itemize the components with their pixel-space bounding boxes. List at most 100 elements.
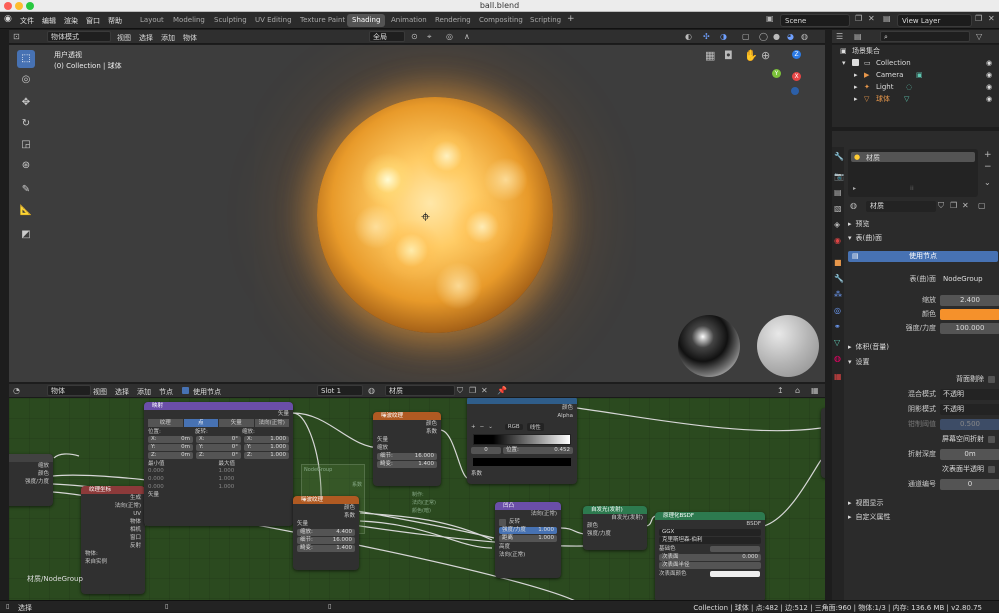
blender-logo-icon[interactable]: ◉ [4,15,12,24]
node-editor-canvas[interactable]: 缩放 颜色 强度/力度 纹理坐标 生成 法向(正常) UV 物体 相机 窗口 反… [9,398,825,600]
scene-icon[interactable]: ▣ [766,15,774,23]
world-tab-icon[interactable]: ◉ [834,237,841,245]
snap-node-icon[interactable]: ⌂ [795,387,800,395]
texture-coordinate-node[interactable]: 纹理坐标 生成 法向(正常) UV 物体 相机 窗口 反射 物体: 来自实例 [81,486,145,594]
node-menu-view[interactable]: 视图 [93,387,107,397]
group-input-node[interactable]: 缩放 颜色 强度/力度 [9,454,53,506]
3d-viewport[interactable]: 用户透视 (0) Collection | 球体 ⌖ ▦ ◘ ✋ ⊕ Z Y X [9,45,825,382]
expand-icon[interactable]: ▾ [842,57,846,69]
particles-tab-icon[interactable]: ⁂ [834,291,842,299]
mapping-tab-normal[interactable]: 法向(正常) [254,419,289,427]
zoom-icon[interactable]: ⊕ [761,50,770,61]
add-cube-tool-icon[interactable]: ◩ [17,226,35,244]
mapping-tab-vector[interactable]: 矢量 [219,419,254,427]
mapping-rot-y[interactable]: Y: 0° [196,444,241,451]
scene-tab-icon[interactable]: ◈ [834,221,840,229]
node-menu-select[interactable]: 选择 [115,387,129,397]
group-output-node[interactable] [821,408,825,478]
copy-view-layer-icon[interactable]: ❐ [975,15,982,23]
shading-rendered-icon[interactable]: ◍ [801,33,808,41]
ramp-stop-color[interactable] [473,458,571,466]
visibility-icon[interactable]: ◐ [685,33,692,41]
mapping-tab-point[interactable]: 点 [183,419,218,427]
mapping-loc-y[interactable]: Y: 0m [148,444,193,451]
mapping-tab-texture[interactable]: 纹理 [148,419,183,427]
expand-icon[interactable]: ▸ [854,81,858,93]
scale-tool-icon[interactable]: ◲ [17,136,35,154]
ramp-gradient[interactable] [473,434,571,445]
volume-section[interactable]: ▸ 体积(音量) [848,341,998,354]
ramp-interpolation[interactable]: 线性 [526,423,544,431]
noise2-scale-field[interactable]: 缩放: 4.400 [297,529,355,536]
ramp-options-icon[interactable]: ⌄ [488,424,493,430]
node-object-selector[interactable]: 物体 [47,385,91,396]
tab-layout[interactable]: Layout [135,14,169,27]
menu-file[interactable]: 文件 [20,16,34,26]
viewport-display-section[interactable]: ▸ 视图显示 [848,497,998,510]
shading-material-icon[interactable]: ◕ [787,33,794,41]
menu-render[interactable]: 渲染 [64,16,78,26]
render-tab-icon[interactable]: 📷 [834,173,844,181]
slot-selector[interactable]: Slot 1 [317,385,363,396]
grid-view-icon[interactable]: ▦ [705,50,715,61]
expand-icon[interactable]: ▸ [854,93,858,105]
ramp-stop-position[interactable]: 位置: 0.452 [503,447,573,454]
object-tab-icon[interactable]: ■ [834,259,842,267]
emission-node[interactable]: 自发光(发射) 自发光(发射) 颜色 强度/力度 [583,506,647,550]
transform-tool-icon[interactable]: ⊛ [17,157,35,175]
gizmo-z-axis-icon[interactable]: Z [792,50,801,59]
modifier-tab-icon[interactable]: 🔧 [834,275,844,283]
scale-field[interactable]: 2.400 [940,295,999,306]
view-layer-selector[interactable]: View Layer [897,14,972,27]
close-view-layer-icon[interactable]: ✕ [988,15,995,23]
list-expand-icon[interactable]: ▸ [853,185,856,192]
data-tab-icon[interactable]: ▽ [834,339,840,347]
parent-node-tree-icon[interactable]: ↥ [777,387,784,395]
overlay-icon[interactable]: ◑ [720,33,727,41]
rotate-tool-icon[interactable]: ↻ [17,115,35,133]
gizmo-x-axis-icon[interactable]: X [792,72,801,81]
duplicate-material-icon[interactable]: ❐ [950,202,957,210]
eye-icon[interactable]: ◉ [986,57,992,69]
light-data-icon[interactable]: ◌ [906,81,912,93]
material-browse-icon[interactable]: ◍ [850,202,857,210]
strength-field[interactable]: 100.000 [940,323,999,334]
outliner-item-light[interactable]: ▸ ✦ Light ◌ ◉ [832,81,999,93]
use-nodes-checkbox[interactable] [182,387,189,394]
outliner-item-camera[interactable]: ▸ ▶ Camera ▣ ◉ [832,69,999,81]
outliner-item-collection[interactable]: ▾ ▭ Collection ◉ [832,57,999,69]
copy-scene-icon[interactable]: ❐ [855,15,862,23]
output-tab-icon[interactable]: ▤ [834,189,842,197]
transform-orientation[interactable]: 全局 [369,31,405,42]
menu-help[interactable]: 帮助 [108,16,122,26]
gizmo-y-axis-icon[interactable]: Y [772,69,781,78]
texcoord-from-instancer[interactable]: 来自实例 [81,558,145,566]
tab-animation[interactable]: Animation [386,14,432,27]
mapping-rot-z[interactable]: Z: 0° [196,452,241,459]
list-resize-grip-icon[interactable]: ⁞⁞ [910,185,914,192]
principled-bsdf-node[interactable]: 原理化BSDF BSDF GGX 克里斯坦森-伯利 基础色 次表面 0.000 次… [655,512,765,600]
outliner-display-mode-icon[interactable]: ▤ [854,33,862,41]
node-editor-type-icon[interactable]: ◔ [13,387,20,395]
link-selector-icon[interactable]: ▢ [978,202,986,210]
pass-index-field[interactable]: 0 [940,479,999,490]
node-menu-node[interactable]: 节点 [159,387,173,397]
outliner-search-input[interactable]: ⌕ [880,31,970,42]
eye-icon[interactable]: ◉ [986,81,992,93]
move-tool-icon[interactable]: ✥ [17,94,35,112]
scene-selector[interactable]: Scene [780,14,850,27]
pivot-icon[interactable]: ⊙ [411,33,418,41]
tab-scripting[interactable]: Scripting [525,14,566,27]
mapping-scale-y[interactable]: Y: 1.000 [244,444,289,451]
bsdf-subsurface-radius[interactable]: 次表面半径 [659,562,761,569]
add-slot-icon[interactable]: + [984,151,992,160]
custom-properties-section[interactable]: ▸ 自定义属性 [848,511,998,524]
material-browse-icon[interactable]: ◍ [368,387,375,395]
pan-hand-icon[interactable]: ✋ [744,50,758,61]
shading-wireframe-icon[interactable]: ◯ [759,33,768,41]
use-nodes-button[interactable]: ▤ 使用节点 [848,251,998,262]
color-swatch[interactable] [940,309,999,320]
filter-icon[interactable]: ▽ [976,33,982,41]
backface-checkbox[interactable] [988,376,995,383]
ssr-checkbox[interactable] [988,436,995,443]
